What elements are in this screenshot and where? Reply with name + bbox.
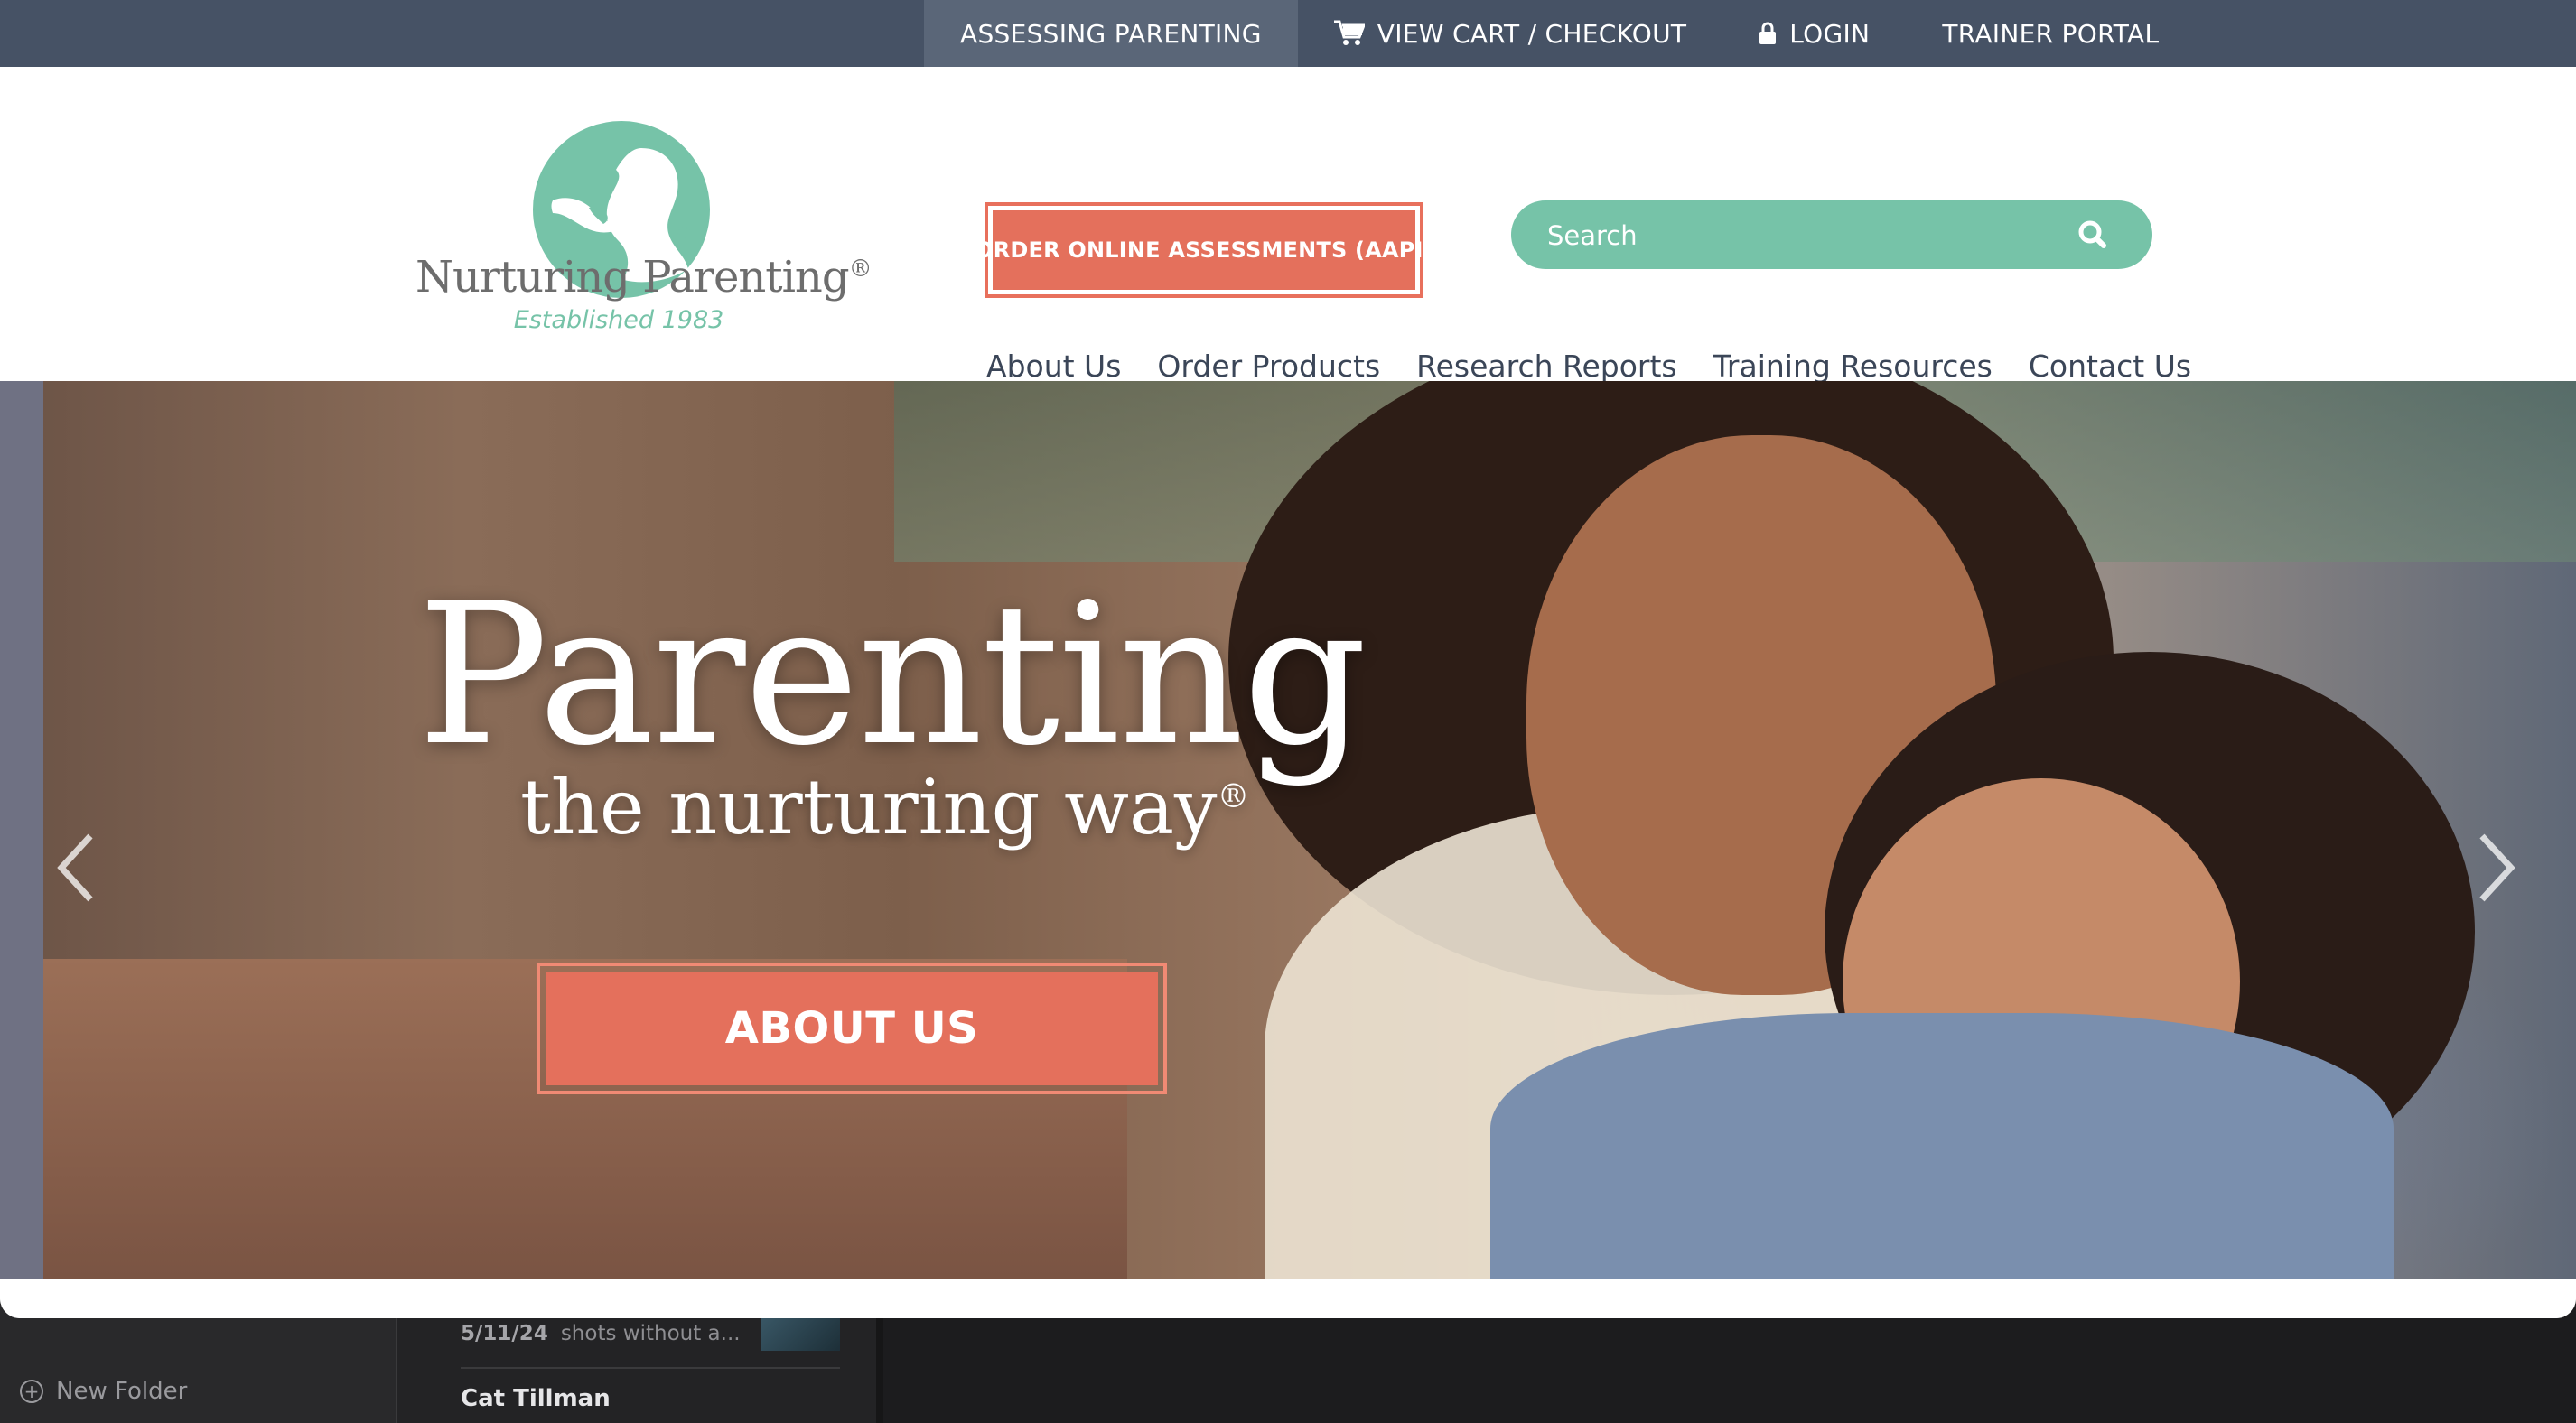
nav-order-products[interactable]: Order Products (1139, 349, 1398, 384)
mail-row-date-line: 5/11/24 shots without a... (461, 1322, 741, 1345)
logo-tagline: Established 1983 (513, 306, 724, 334)
search-icon[interactable] (2073, 215, 2113, 255)
logo-wordmark[interactable]: Nurturing Parenting® (415, 252, 873, 302)
hero-subtitle: the nurturing way® (520, 769, 1250, 845)
new-folder-button[interactable]: + New Folder (20, 1378, 187, 1405)
main-nav: About Us Order Products Research Reports… (968, 349, 2209, 384)
logo-name-text: Nurturing Parenting (415, 252, 850, 302)
hero-carousel: Parenting the nurturing way® ABOUT US (0, 381, 2576, 1279)
login-label: LOGIN (1789, 18, 1871, 49)
order-button-label: ORDER ONLINE ASSESSMENTS (AAPI) (975, 210, 1433, 290)
view-cart-link[interactable]: VIEW CART / CHECKOUT (1298, 0, 1722, 67)
mail-row-preview: shots without a... (560, 1322, 741, 1345)
logo-name-registered: ® (848, 256, 873, 283)
nav-training-resources[interactable]: Training Resources (1695, 349, 2011, 384)
view-cart-label: VIEW CART / CHECKOUT (1377, 18, 1687, 49)
mail-row-divider (461, 1367, 840, 1369)
mail-row-date: 5/11/24 (461, 1322, 548, 1345)
browser-page: ASSESSING PARENTING VIEW CART / CHECKOUT… (0, 0, 2576, 1318)
logo-registered-mark: ® (676, 222, 694, 244)
nav-research-reports[interactable]: Research Reports (1398, 349, 1694, 384)
lock-icon (1759, 22, 1777, 44)
page-content-below-hero (0, 1279, 2576, 1318)
nav-contact-us[interactable]: Contact Us (2011, 349, 2209, 384)
assessing-parenting-link[interactable]: ASSESSING PARENTING (924, 0, 1298, 67)
carousel-next-arrow-icon[interactable] (2468, 827, 2522, 908)
nav-about-us[interactable]: About Us (968, 349, 1139, 384)
assessing-parenting-label: ASSESSING PARENTING (960, 18, 1262, 49)
site-header: ® Nurturing Parenting® Established 1983 … (0, 67, 2576, 384)
utility-nav: ASSESSING PARENTING VIEW CART / CHECKOUT… (924, 0, 2195, 67)
trainer-portal-label: TRAINER PORTAL (1942, 18, 2160, 49)
hero-subtitle-mark: ® (1217, 778, 1250, 815)
search-bar (1511, 200, 2152, 271)
mail-row-sender[interactable]: Cat Tillman (461, 1385, 611, 1412)
new-folder-label: New Folder (56, 1378, 188, 1405)
hero-left-edge (0, 381, 43, 1279)
hero-title: Parenting (417, 562, 1367, 788)
trainer-portal-link[interactable]: TRAINER PORTAL (1906, 0, 2195, 67)
top-utility-bar: ASSESSING PARENTING VIEW CART / CHECKOUT… (0, 0, 2576, 67)
order-online-assessments-button[interactable]: ORDER ONLINE ASSESSMENTS (AAPI) (975, 202, 1433, 298)
hero-button-label: ABOUT US (546, 972, 1158, 1085)
hero-subtitle-text: the nurturing way (520, 763, 1218, 851)
search-input[interactable] (1545, 200, 2055, 271)
carousel-prev-arrow-icon[interactable] (51, 827, 105, 908)
hero-about-us-button[interactable]: ABOUT US (537, 963, 1167, 1094)
cart-icon (1333, 20, 1365, 45)
hero-photo-denim-jacket (1490, 1013, 2394, 1279)
plus-icon: + (20, 1380, 43, 1403)
login-link[interactable]: LOGIN (1722, 0, 1906, 67)
